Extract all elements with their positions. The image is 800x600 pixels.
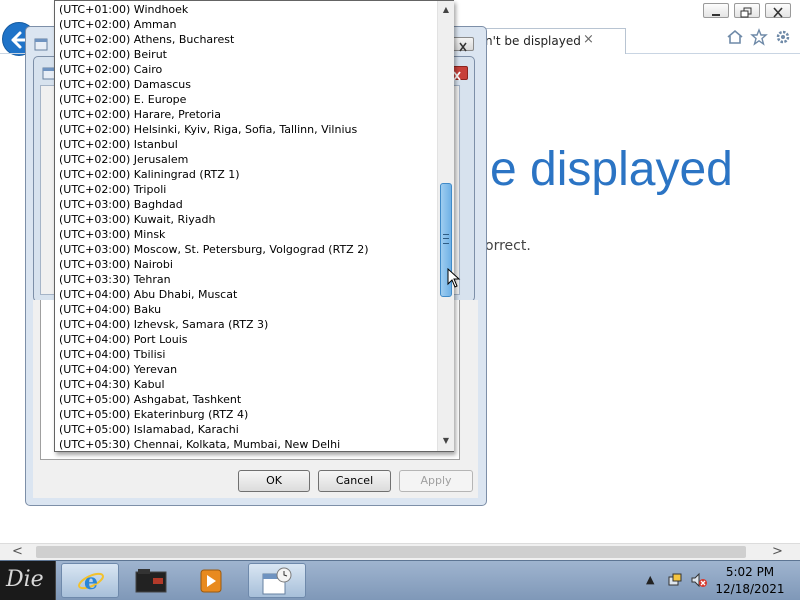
time-zone-option[interactable]: (UTC+04:00) Port Louis: [59, 332, 437, 347]
cancel-button[interactable]: Cancel: [318, 470, 391, 492]
taskbar-internet-explorer[interactable]: e: [61, 563, 119, 598]
time-zone-option[interactable]: (UTC+02:00) Istanbul: [59, 137, 437, 152]
time-zone-option[interactable]: (UTC+03:00) Nairobi: [59, 257, 437, 272]
time-zone-options: (UTC+01:00) Windhoek (UTC+02:00) Amman (…: [59, 2, 437, 452]
taskbar: Die e ▲: [0, 560, 800, 600]
time-zone-option[interactable]: (UTC+05:30) Chennai, Kolkata, Mumbai, Ne…: [59, 437, 437, 452]
close-icon: [773, 7, 783, 18]
time-zone-option[interactable]: (UTC+05:00) Ashgabat, Tashkent: [59, 392, 437, 407]
time-zone-option[interactable]: (UTC+02:00) Harare, Pretoria: [59, 107, 437, 122]
outer-close-button[interactable]: [452, 37, 474, 52]
time-zone-option[interactable]: (UTC+04:00) Baku: [59, 302, 437, 317]
time-zone-option[interactable]: (UTC+05:00) Ekaterinburg (RTZ 4): [59, 407, 437, 422]
time-zone-option[interactable]: (UTC+04:00) Abu Dhabi, Muscat: [59, 287, 437, 302]
time-zone-option[interactable]: (UTC+02:00) Beirut: [59, 47, 437, 62]
time-zone-option[interactable]: (UTC+02:00) Jerusalem: [59, 152, 437, 167]
time-zone-option[interactable]: (UTC+02:00) Helsinki, Kyiv, Riga, Sofia,…: [59, 122, 437, 137]
time-zone-option[interactable]: (UTC+04:00) Tbilisi: [59, 347, 437, 362]
time-zone-option[interactable]: (UTC+02:00) Damascus: [59, 77, 437, 92]
time-zone-option[interactable]: (UTC+04:00) Yerevan: [59, 362, 437, 377]
taskbar-folder[interactable]: [128, 563, 186, 598]
time-zone-dropdown-list[interactable]: (UTC+01:00) Windhoek (UTC+02:00) Amman (…: [54, 0, 454, 452]
time-zone-option[interactable]: (UTC+02:00) Tripoli: [59, 182, 437, 197]
scroll-down-icon[interactable]: ▼: [439, 433, 453, 449]
time-zone-option[interactable]: (UTC+01:00) Windhoek: [59, 2, 437, 17]
start-button[interactable]: Die: [0, 561, 56, 600]
show-hidden-icons-icon[interactable]: ▲: [646, 573, 654, 586]
network-icon[interactable]: [667, 572, 683, 588]
time-zone-option[interactable]: (UTC+03:00) Baghdad: [59, 197, 437, 212]
time-zone-option[interactable]: (UTC+03:00) Moscow, St. Petersburg, Volg…: [59, 242, 437, 257]
svg-text:e: e: [84, 569, 98, 595]
folder-icon: [135, 569, 167, 593]
page-subtext: orrect.: [485, 238, 531, 254]
time-zone-option[interactable]: (UTC+04:00) Izhevsk, Samara (RTZ 3): [59, 317, 437, 332]
minimize-icon: [712, 14, 720, 16]
calendar-icon: [34, 38, 48, 51]
star-icon[interactable]: [750, 28, 768, 51]
taskbar-media-player[interactable]: [190, 563, 248, 598]
time-zone-option[interactable]: (UTC+02:00) E. Europe: [59, 92, 437, 107]
time-zone-option[interactable]: (UTC+03:30) Tehran: [59, 272, 437, 287]
browser-tab[interactable]: n't be displayed ×: [480, 28, 626, 54]
close-icon: [459, 42, 467, 52]
time-zone-option[interactable]: (UTC+02:00) Athens, Bucharest: [59, 32, 437, 47]
clock-time[interactable]: 5:02 PM: [720, 565, 780, 579]
minimize-button[interactable]: [703, 3, 729, 18]
restore-icon: [740, 7, 752, 18]
time-zone-option[interactable]: (UTC+03:00) Minsk: [59, 227, 437, 242]
restore-button[interactable]: [734, 3, 760, 18]
horizontal-scroll-thumb[interactable]: [36, 546, 746, 558]
ok-button[interactable]: OK: [238, 470, 310, 492]
time-zone-option[interactable]: (UTC+04:30) Kabul: [59, 377, 437, 392]
vertical-scrollbar[interactable]: ▲ ▼: [437, 1, 454, 451]
clock-date[interactable]: 12/18/2021: [712, 582, 788, 596]
volume-muted-icon[interactable]: [690, 572, 708, 588]
media-player-icon: [200, 569, 222, 593]
scroll-up-icon[interactable]: ▲: [439, 2, 453, 18]
date-time-icon: [262, 567, 292, 595]
scroll-right-icon[interactable]: >: [772, 544, 783, 559]
scroll-left-icon[interactable]: <: [12, 544, 23, 559]
horizontal-scrollbar[interactable]: < >: [0, 543, 800, 560]
time-zone-option[interactable]: (UTC+03:00) Kuwait, Riyadh: [59, 212, 437, 227]
grip-icon: [443, 234, 449, 244]
close-button[interactable]: [765, 3, 791, 18]
time-zone-option[interactable]: (UTC+02:00) Amman: [59, 17, 437, 32]
tab-close-icon[interactable]: ×: [583, 32, 594, 47]
home-icon[interactable]: [726, 28, 744, 51]
start-label: Die: [6, 567, 44, 592]
gear-icon[interactable]: [774, 28, 792, 51]
internet-explorer-icon: e: [78, 569, 104, 595]
time-zone-option[interactable]: (UTC+02:00) Kaliningrad (RTZ 1): [59, 167, 437, 182]
apply-button[interactable]: Apply: [399, 470, 473, 492]
time-zone-option[interactable]: (UTC+05:00) Islamabad, Karachi: [59, 422, 437, 437]
time-zone-option[interactable]: (UTC+02:00) Cairo: [59, 62, 437, 77]
taskbar-date-time[interactable]: [248, 563, 306, 598]
page-heading: e displayed: [490, 143, 733, 196]
mouse-cursor-icon: [447, 268, 461, 288]
browser-tab-title: n't be displayed: [485, 34, 581, 48]
